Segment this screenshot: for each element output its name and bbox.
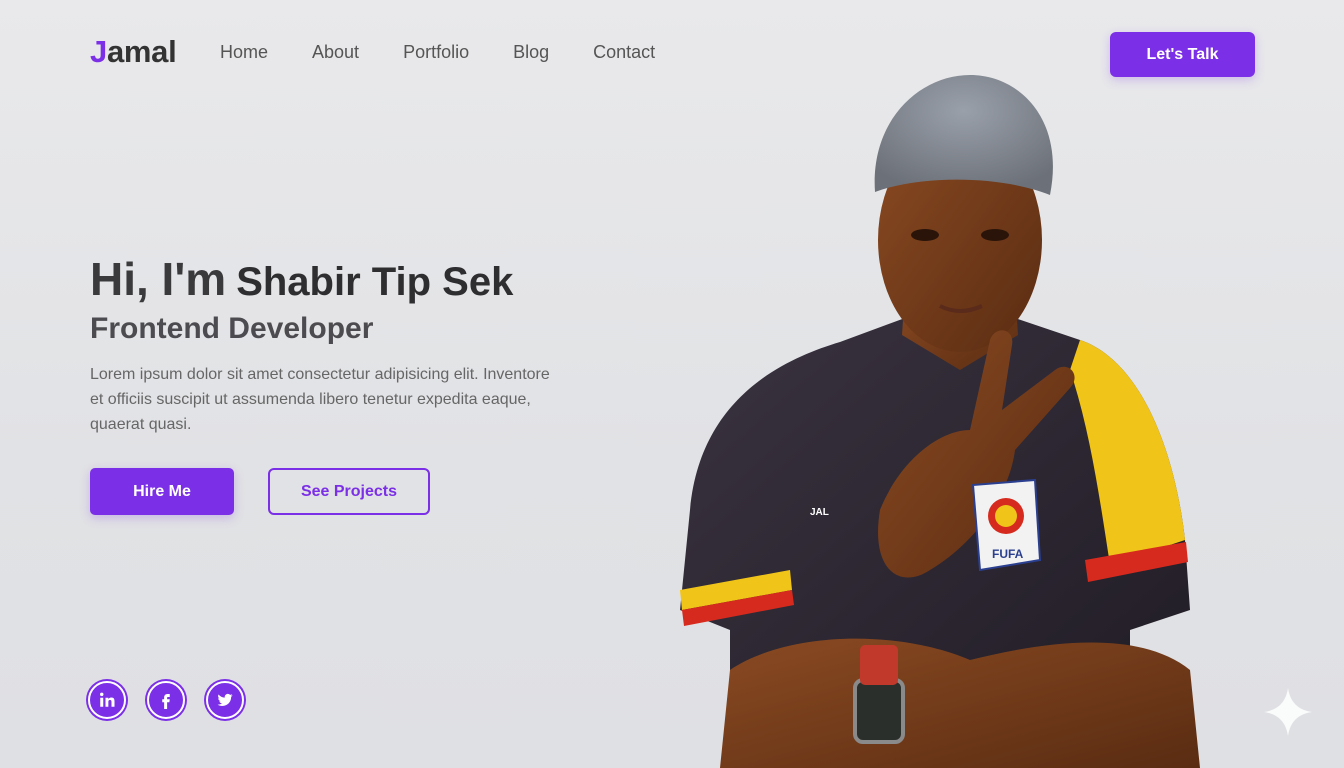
logo[interactable]: Jamal: [90, 34, 177, 70]
hero-section: Hi, I'm Shabir Tip Sek Frontend Develope…: [90, 252, 650, 515]
fufa-badge: FUFA: [971, 478, 1042, 572]
hero-buttons: Hire Me See Projects: [90, 468, 650, 515]
sparkle-icon: [1264, 688, 1312, 736]
facebook-link[interactable]: [147, 681, 185, 719]
logo-text: amal: [106, 34, 177, 69]
social-links: [88, 681, 244, 719]
nav-link-blog[interactable]: Blog: [513, 42, 549, 63]
nav-link-about[interactable]: About: [312, 42, 359, 63]
linkedin-icon: [100, 692, 115, 707]
hero-role: Frontend Developer: [90, 312, 374, 345]
see-projects-button[interactable]: See Projects: [268, 468, 430, 515]
nav-link-contact[interactable]: Contact: [593, 42, 655, 63]
twitter-link[interactable]: [206, 681, 244, 719]
hire-me-button[interactable]: Hire Me: [90, 468, 234, 515]
hero-name: Shabir Tip Sek: [236, 260, 514, 304]
hero-description: Lorem ipsum dolor sit amet consectetur a…: [90, 366, 550, 433]
watch: [853, 678, 905, 744]
twitter-icon: [217, 693, 233, 706]
hero-heading: Hi, I'm Shabir Tip Sek: [90, 252, 650, 306]
kufi-cap-top: [874, 75, 1053, 195]
nav-menu: Home About Portfolio Blog Contact: [220, 42, 699, 63]
crossed-arms: [720, 638, 1200, 768]
greeting-text: Hi, I'm: [90, 253, 227, 305]
linkedin-link[interactable]: [88, 681, 126, 719]
nav-link-home[interactable]: Home: [220, 42, 268, 63]
logo-initial: J: [90, 34, 107, 69]
jersey-name-text: JAL: [810, 507, 829, 518]
facebook-icon: [162, 694, 170, 709]
fufa-badge-text: FUFA: [992, 547, 1024, 561]
nav-link-portfolio[interactable]: Portfolio: [403, 42, 469, 63]
profile-photo: FUFA JAL: [680, 75, 1200, 768]
